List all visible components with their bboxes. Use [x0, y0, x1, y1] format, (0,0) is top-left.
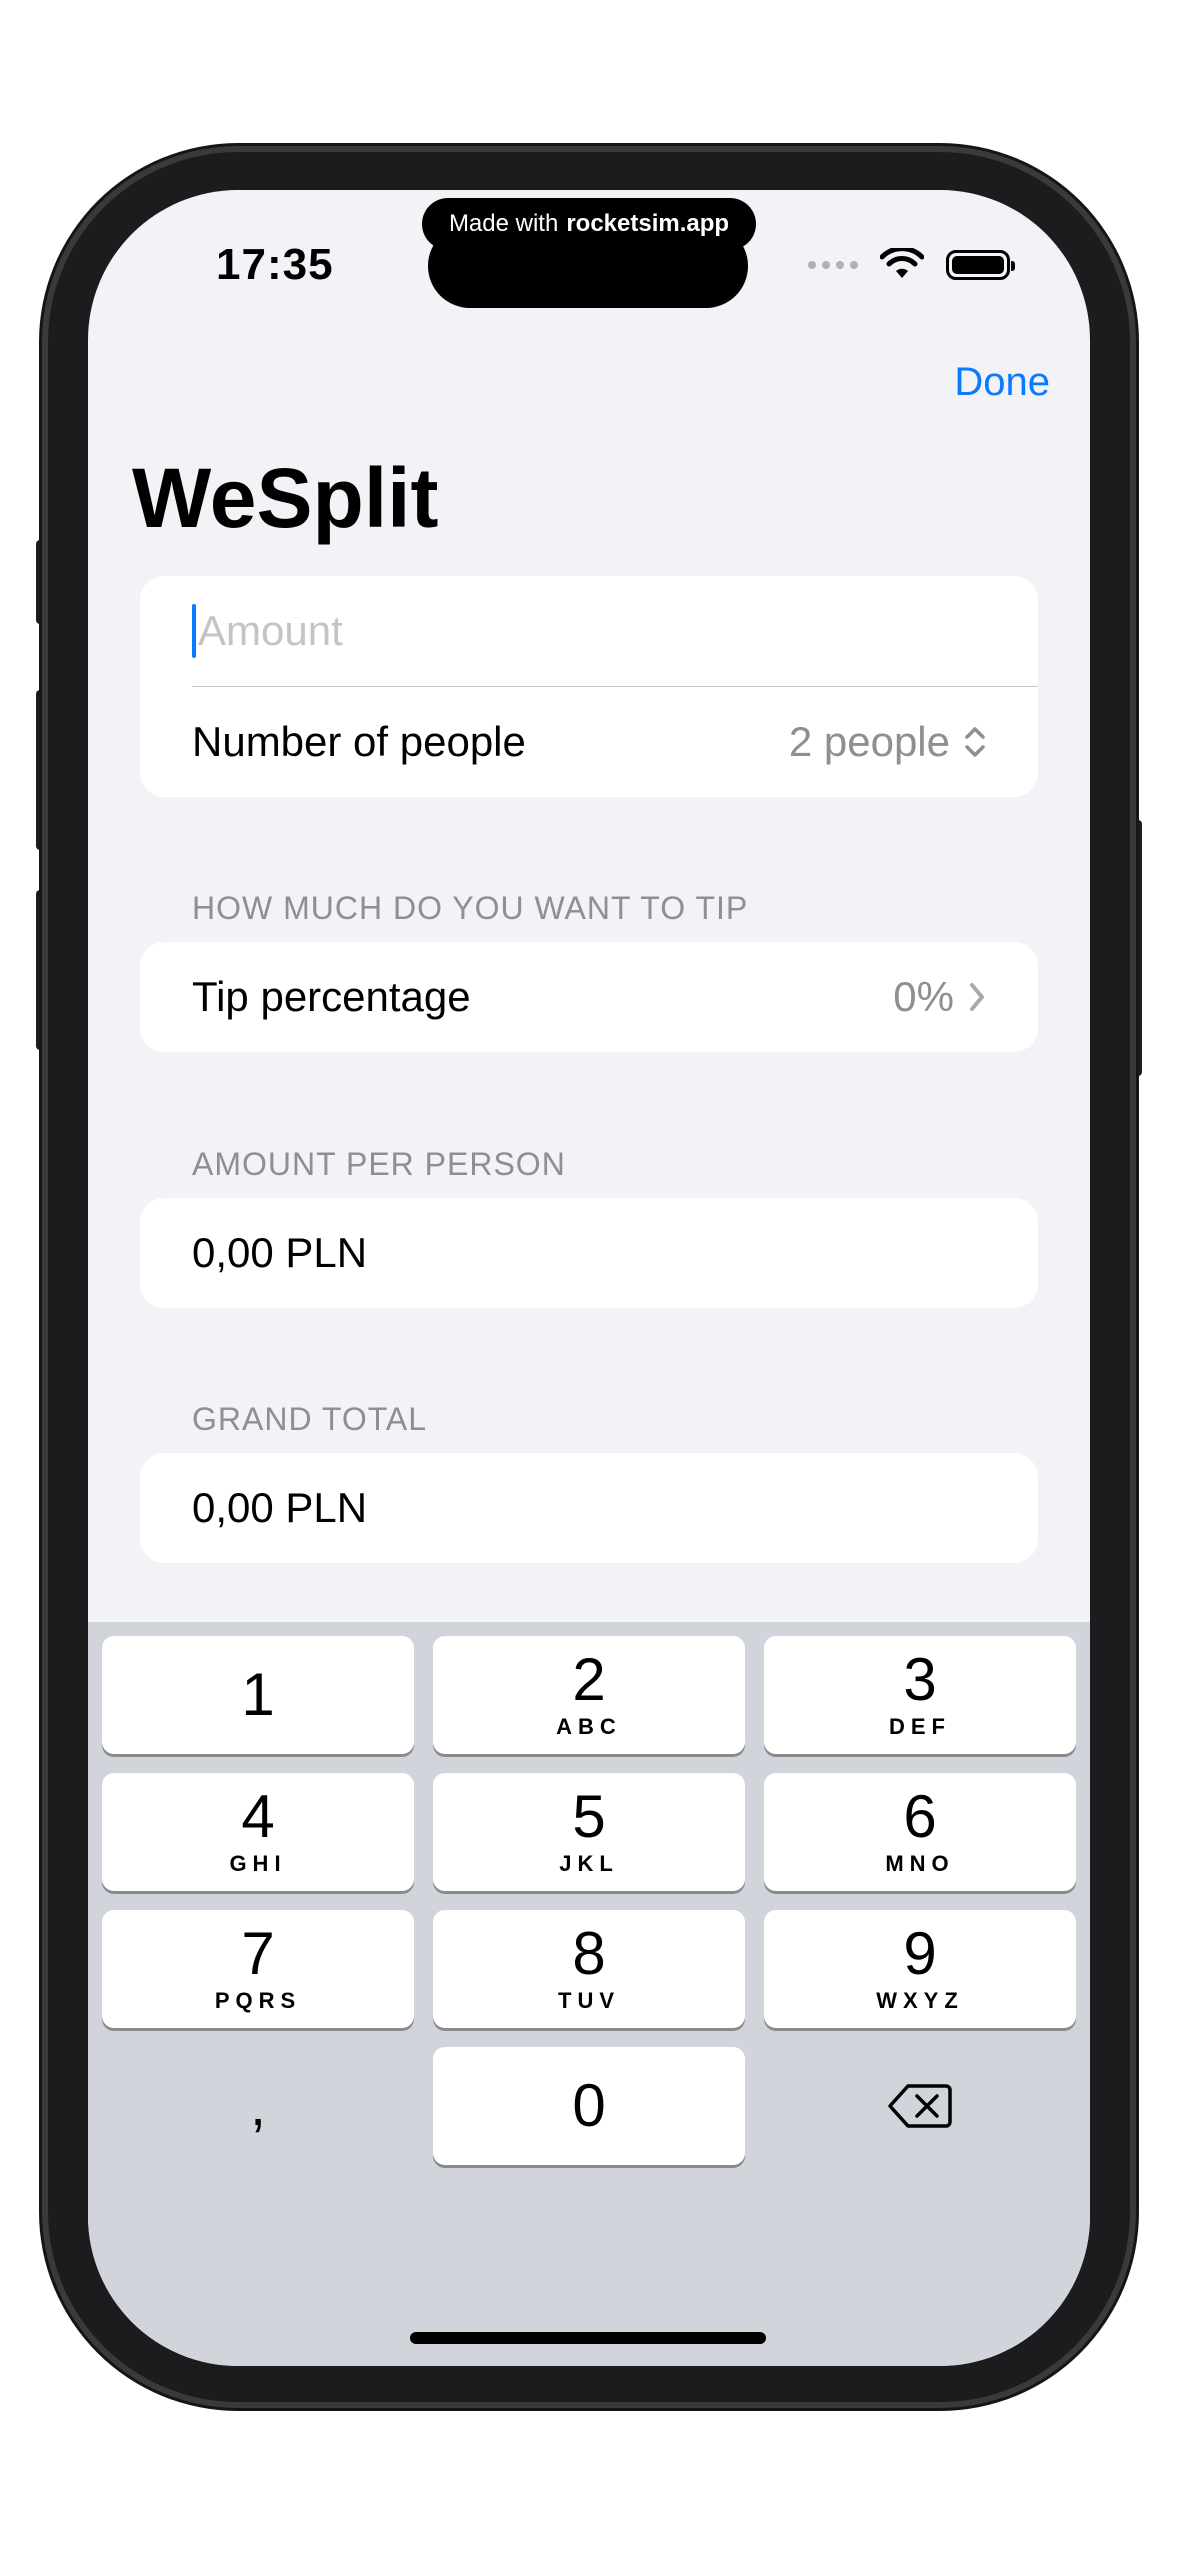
- done-button[interactable]: Done: [954, 360, 1050, 405]
- key-2[interactable]: 2 ABC: [433, 1636, 745, 1754]
- grand-total-section-header: GRAND TOTAL: [192, 1401, 428, 1437]
- grand-total-row: 0,00 PLN: [140, 1453, 1038, 1563]
- made-with-prefix: Made with: [448, 210, 559, 237]
- tip-value: 0%: [893, 973, 954, 1020]
- battery-icon: [946, 250, 1015, 280]
- amount-placeholder: Amount: [198, 607, 343, 654]
- people-label: Number of people: [192, 718, 526, 765]
- made-with-badge: Made with rocketsim.app: [422, 198, 756, 250]
- phone-screen: 17:35 Made with rocketsim.app Done WeSpl…: [88, 190, 1090, 2366]
- cellular-signal-icon: [808, 261, 858, 269]
- key-8[interactable]: 8 TUV: [433, 1910, 745, 2028]
- key-3[interactable]: 3 DEF: [764, 1636, 1076, 1754]
- amount-input[interactable]: Amount: [192, 604, 343, 658]
- grand-total-value: 0,00 PLN: [192, 1484, 368, 1531]
- delete-key[interactable]: [764, 2047, 1076, 2165]
- per-person-card: 0,00 PLN: [140, 1198, 1038, 1308]
- text-cursor: [192, 604, 196, 658]
- numeric-keyboard: 1 2 ABC 3 DEF 4 GHI 5 JKL 6 MNO 7 PQRS 8…: [88, 1622, 1090, 2366]
- tip-label: Tip percentage: [192, 973, 471, 1020]
- home-indicator[interactable]: [410, 2332, 766, 2344]
- per-person-value: 0,00 PLN: [192, 1229, 368, 1276]
- key-4[interactable]: 4 GHI: [102, 1773, 414, 1891]
- wifi-icon: [880, 248, 924, 278]
- tip-card: Tip percentage 0%: [140, 942, 1038, 1052]
- status-time: 17:35: [216, 240, 334, 289]
- input-card: Amount Number of people 2 people: [140, 576, 1038, 797]
- key-0[interactable]: 0: [433, 2047, 745, 2165]
- key-7[interactable]: 7 PQRS: [102, 1910, 414, 2028]
- chevron-right-icon: [970, 983, 984, 1011]
- people-value: 2 people: [788, 718, 950, 765]
- status-icons: [808, 248, 1015, 282]
- grand-total-card: 0,00 PLN: [140, 1453, 1038, 1563]
- key-9[interactable]: 9 WXYZ: [764, 1910, 1076, 2028]
- people-picker[interactable]: Number of people 2 people: [140, 687, 1038, 797]
- per-person-row: 0,00 PLN: [140, 1198, 1038, 1308]
- decimal-key[interactable]: ,: [102, 2047, 414, 2165]
- page-title: WeSplit: [132, 451, 439, 545]
- per-person-section-header: AMOUNT PER PERSON: [192, 1146, 566, 1182]
- backspace-icon: [888, 2084, 952, 2128]
- key-5[interactable]: 5 JKL: [433, 1773, 745, 1891]
- key-1[interactable]: 1: [102, 1636, 414, 1754]
- made-with-brand: rocketsim.app: [566, 210, 730, 237]
- amount-field[interactable]: Amount: [140, 576, 1038, 686]
- tip-percentage-row[interactable]: Tip percentage 0%: [140, 942, 1038, 1052]
- chevron-up-down-icon: [965, 727, 985, 757]
- tip-section-header: HOW MUCH DO YOU WANT TO TIP: [192, 890, 749, 926]
- key-6[interactable]: 6 MNO: [764, 1773, 1076, 1891]
- power-button: [1128, 820, 1142, 1076]
